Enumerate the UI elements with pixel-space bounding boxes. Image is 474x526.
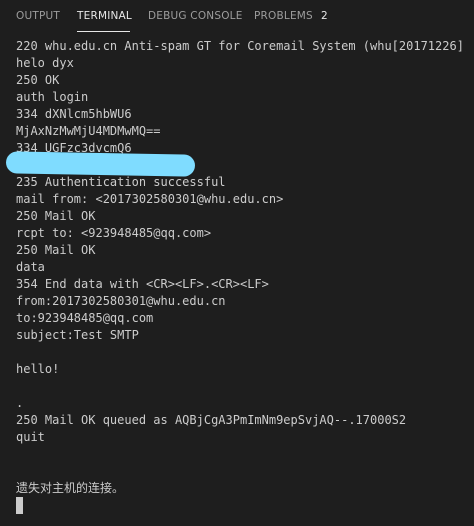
redaction-highlight — [5, 151, 196, 177]
terminal-line: to:923948485@qq.com — [16, 311, 154, 325]
terminal-line: helo dyx — [16, 56, 74, 70]
terminal-line: auth login — [16, 90, 89, 104]
terminal-line: 235 Authentication successful — [16, 175, 226, 189]
panel-tab-bar: OUTPUT TERMINAL DEBUG CONSOLE PROBLEMS 2 — [0, 0, 474, 34]
terminal-line: hello! — [16, 362, 60, 376]
terminal-line: 250 Mail OK — [16, 243, 96, 257]
tab-debug-console[interactable]: DEBUG CONSOLE — [148, 10, 243, 22]
terminal-output[interactable]: 220 whu.edu.cn Anti-spam GT for Coremail… — [16, 38, 466, 497]
terminal-line: 354 End data with <CR><LF>.<CR><LF> — [16, 277, 269, 291]
terminal-line: . — [16, 396, 24, 410]
active-tab-indicator — [77, 31, 130, 32]
terminal-line: 334 dXNlcm5hbWU6 — [16, 107, 132, 121]
terminal-line: 250 Mail OK — [16, 209, 96, 223]
terminal-line: rcpt to: <923948485@qq.com> — [16, 226, 212, 240]
terminal-line: 250 OK — [16, 73, 60, 87]
terminal-line: MjAxNzMwMjU4MDMwMQ== — [16, 124, 161, 138]
terminal-line: from:2017302580301@whu.edu.cn — [16, 294, 226, 308]
terminal-line: quit — [16, 430, 45, 444]
terminal-line: mail from: <2017302580301@whu.edu.cn> — [16, 192, 284, 206]
tab-terminal[interactable]: TERMINAL — [77, 10, 132, 22]
terminal-line: 220 whu.edu.cn Anti-spam GT for Coremail… — [16, 39, 466, 53]
terminal-line: subject:Test SMTP — [16, 328, 139, 342]
tab-problems[interactable]: PROBLEMS — [254, 10, 313, 22]
terminal-line: 遗失对主机的连接。 — [16, 481, 125, 495]
terminal-line: data — [16, 260, 45, 274]
tab-output[interactable]: OUTPUT — [16, 10, 60, 22]
terminal-line: 250 Mail OK queued as AQBjCgA3PmImNm9epS… — [16, 413, 407, 427]
terminal-cursor — [16, 497, 23, 514]
problems-count-badge: 2 — [321, 10, 328, 22]
